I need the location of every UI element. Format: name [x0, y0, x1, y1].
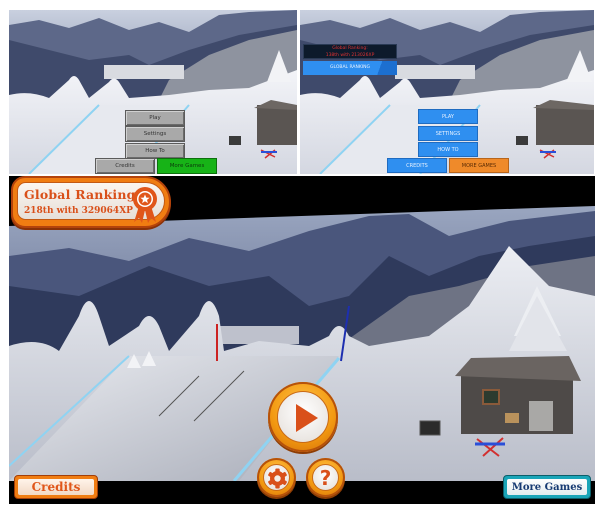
play-icon: [296, 404, 318, 432]
more-games-button[interactable]: More Games: [157, 158, 217, 174]
more-games-button[interactable]: More Games: [503, 475, 591, 499]
how-to-button[interactable]: How To: [125, 143, 185, 159]
credits-button[interactable]: Credits: [14, 475, 98, 499]
award-ribbon-icon: [133, 187, 157, 223]
ranking-title: Global Ranking:: [24, 187, 141, 202]
settings-button[interactable]: Settings: [125, 126, 185, 142]
play-button[interactable]: PLAY: [418, 109, 478, 124]
play-button[interactable]: [268, 382, 338, 452]
flat-menu-screen: Global Ranking: 138th with 213026XP GLOB…: [300, 10, 594, 174]
global-ranking-display: Global Ranking: 138th with 213026XP: [303, 44, 397, 59]
cartoon-menu-screen: Global Ranking: 218th with 329064XP ? Cr…: [9, 176, 595, 504]
how-to-button[interactable]: HOW TO: [418, 142, 478, 157]
global-ranking-badge[interactable]: Global Ranking: 218th with 329064XP: [11, 176, 171, 228]
tv-prop: [419, 420, 441, 436]
more-games-label: More Games: [507, 479, 587, 495]
play-button[interactable]: Play: [125, 110, 185, 126]
global-ranking-button[interactable]: GLOBAL RANKING: [303, 61, 397, 75]
ranking-detail: 218th with 329064XP: [24, 206, 133, 216]
classic-menu-screen: Play Settings How To Credits More Games: [9, 10, 297, 174]
cabin: [461, 374, 573, 434]
credits-button[interactable]: Credits: [95, 158, 155, 174]
settings-button[interactable]: [257, 458, 296, 497]
ranking-value: 138th with 213026XP: [325, 52, 375, 58]
question-icon: ?: [319, 466, 332, 490]
more-games-button[interactable]: MORE GAMES: [449, 158, 509, 173]
settings-button[interactable]: SETTINGS: [418, 126, 478, 141]
credits-button[interactable]: CREDITS: [387, 158, 447, 173]
help-button[interactable]: ?: [306, 458, 345, 497]
gear-icon: [268, 468, 287, 489]
credits-label: Credits: [18, 479, 94, 495]
